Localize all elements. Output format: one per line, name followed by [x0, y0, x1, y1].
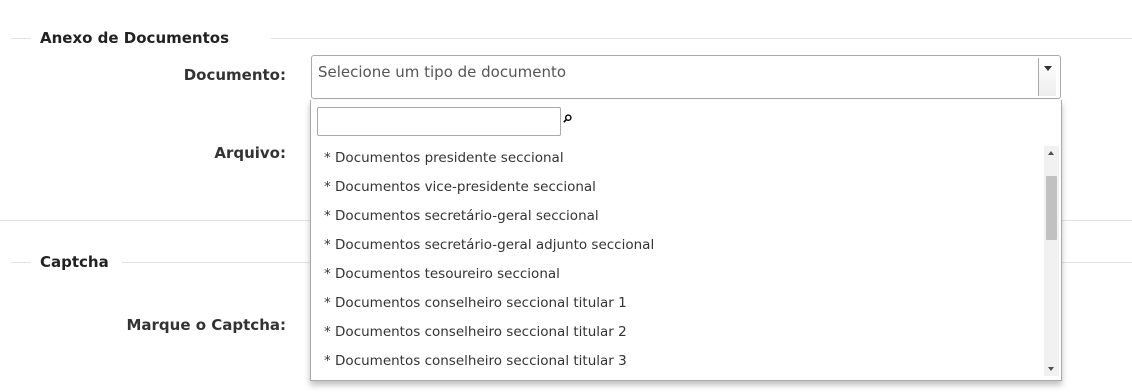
dropdown-options-list: * Documentos presidente seccional * Docu…: [311, 144, 1044, 376]
search-icon: [563, 114, 572, 123]
dropdown-search-input[interactable]: [317, 107, 561, 136]
section-legend-documents: Anexo de Documentos: [40, 29, 230, 47]
dropdown-option[interactable]: * Documentos vice-presidente seccional: [311, 173, 1044, 202]
documento-dropdown: * Documentos presidente seccional * Docu…: [310, 100, 1062, 381]
documento-select[interactable]: Selecione um tipo de documento: [311, 55, 1061, 99]
section-divider: [11, 262, 31, 263]
dropdown-option[interactable]: * Documentos secretário-geral seccional: [311, 202, 1044, 231]
dropdown-scrollbar[interactable]: [1044, 146, 1059, 376]
marque-captcha-label: Marque o Captcha:: [126, 316, 286, 334]
section-legend-captcha: Captcha: [40, 253, 109, 271]
arrow-up-icon[interactable]: [1044, 146, 1059, 161]
section-divider: [271, 38, 1132, 39]
chevron-down-icon[interactable]: [1038, 58, 1056, 96]
arquivo-label: Arquivo:: [214, 144, 286, 162]
documento-label: Documento:: [183, 66, 286, 84]
scrollbar-thumb[interactable]: [1046, 176, 1057, 240]
dropdown-option[interactable]: * Documentos conselheiro seccional titul…: [311, 347, 1044, 376]
dropdown-option[interactable]: * Documentos conselheiro seccional titul…: [311, 289, 1044, 318]
dropdown-option[interactable]: * Documentos tesoureiro seccional: [311, 260, 1044, 289]
dropdown-option[interactable]: * Documentos presidente seccional: [311, 144, 1044, 173]
dropdown-option[interactable]: * Documentos secretário-geral adjunto se…: [311, 231, 1044, 260]
arrow-down-icon[interactable]: [1044, 361, 1059, 376]
section-divider: [11, 38, 31, 39]
dropdown-option[interactable]: * Documentos conselheiro seccional titul…: [311, 318, 1044, 347]
select-placeholder: Selecione um tipo de documento: [318, 63, 567, 81]
